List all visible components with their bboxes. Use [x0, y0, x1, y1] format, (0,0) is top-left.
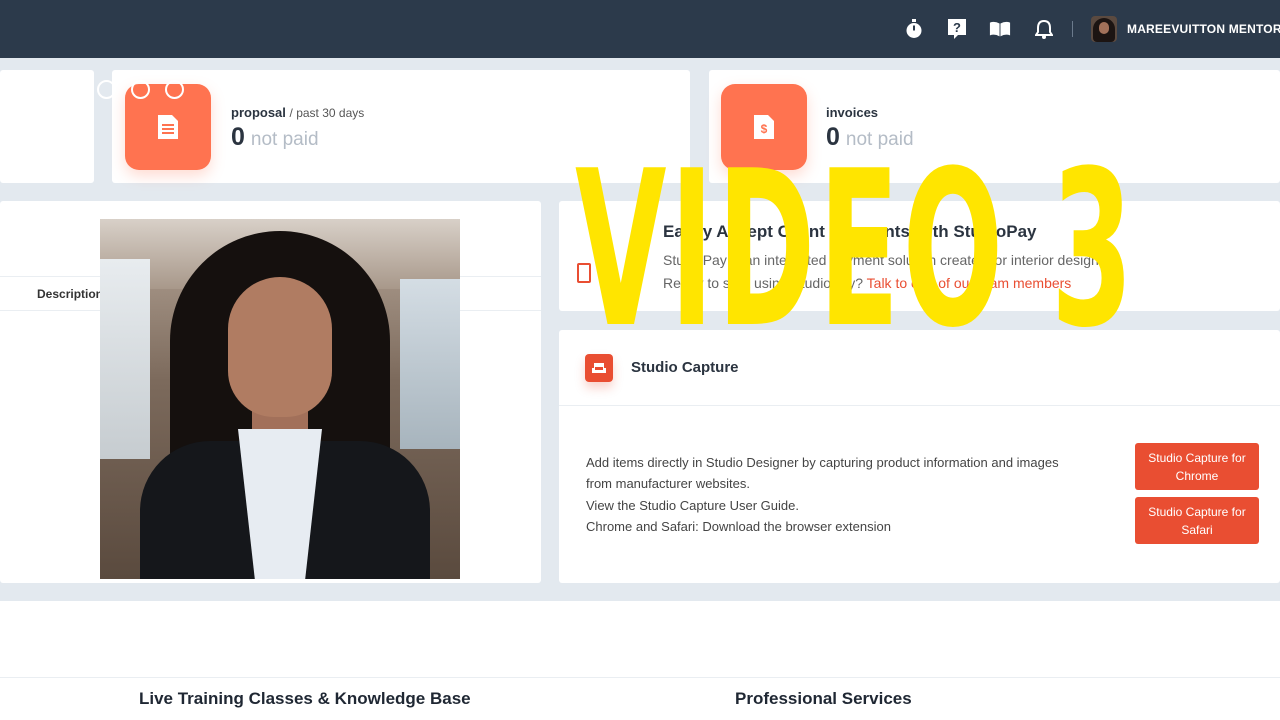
- talk-to-team-link[interactable]: Talk to one of our team members: [867, 275, 1072, 291]
- studio-capture-panel: Studio Capture Add items directly in Stu…: [559, 330, 1280, 583]
- professional-services-heading[interactable]: Professional Services: [735, 689, 912, 709]
- studio-capture-safari-button[interactable]: Studio Capture for Safari: [1135, 497, 1259, 544]
- column-header-description[interactable]: Description: [37, 287, 103, 301]
- studiopay-title: Easily Accept Client Payments with Studi…: [663, 222, 1037, 241]
- studio-capture-title: Studio Capture: [631, 359, 739, 376]
- topbar-divider: [1072, 21, 1073, 37]
- capture-description-line: from manufacturer websites.: [586, 476, 751, 491]
- payment-icon: [577, 263, 591, 283]
- invoices-value: 0 not paid: [826, 123, 914, 151]
- invoices-status: not paid: [845, 129, 914, 150]
- book-icon[interactable]: [989, 18, 1011, 40]
- top-navigation-bar: ? MAREEVUITTON MENTORS: [0, 0, 1280, 58]
- svg-text:$: $: [761, 122, 768, 136]
- svg-text:?: ?: [953, 20, 961, 35]
- carousel-dot[interactable]: [131, 80, 150, 99]
- training-heading[interactable]: Live Training Classes & Knowledge Base: [139, 689, 471, 709]
- capture-download-link[interactable]: Chrome and Safari: Download the browser …: [586, 519, 891, 534]
- help-icon[interactable]: ?: [946, 18, 968, 40]
- username[interactable]: MAREEVUITTON MENTORS: [1127, 22, 1280, 36]
- proposal-status: not paid: [250, 129, 319, 150]
- armchair-icon: [585, 354, 613, 382]
- carousel-dots[interactable]: [63, 80, 184, 99]
- studiopay-cta: Ready to start using StudioPay? Talk to …: [663, 275, 1072, 291]
- stat-card-invoices[interactable]: $ invoices 0 not paid: [709, 70, 1280, 183]
- presenter-photo: [100, 219, 460, 579]
- capture-description-line: Add items directly in Studio Designer by…: [586, 455, 1059, 470]
- bell-icon[interactable]: [1033, 18, 1055, 40]
- invoices-label: invoices: [826, 105, 879, 120]
- carousel-dot[interactable]: [97, 80, 116, 99]
- proposal-period: / past 30 days: [289, 106, 365, 120]
- carousel-dot[interactable]: [165, 80, 184, 99]
- studio-capture-chrome-button[interactable]: Studio Capture for Chrome: [1135, 443, 1259, 490]
- capture-user-guide-link[interactable]: View the Studio Capture User Guide.: [586, 498, 799, 513]
- stat-card-proposal[interactable]: proposal / past 30 days 0 not paid: [112, 70, 690, 183]
- stopwatch-icon[interactable]: [903, 18, 925, 40]
- proposal-value: 0 not paid: [231, 123, 319, 151]
- invoice-document-icon: $: [721, 84, 807, 170]
- studiopay-panel: Easily Accept Client Payments with Studi…: [559, 201, 1280, 311]
- proposal-label: proposal / past 30 days: [231, 105, 365, 120]
- bottom-section: Live Training Classes & Knowledge Base P…: [0, 601, 1280, 720]
- carousel-dot[interactable]: [63, 80, 82, 99]
- studiopay-description: StudioPay is an integrated payment solut…: [663, 252, 1123, 268]
- avatar[interactable]: [1091, 16, 1117, 42]
